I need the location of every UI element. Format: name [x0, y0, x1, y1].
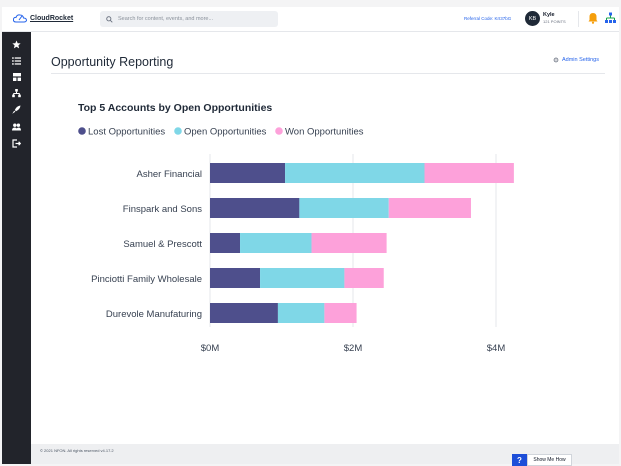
bar-segment[interactable]: [277, 303, 325, 323]
show-me-how-button[interactable]: Show Me How: [527, 454, 572, 466]
legend-swatch: [174, 127, 182, 135]
logo[interactable]: CloudRocket: [13, 13, 73, 23]
sidebar: [2, 32, 31, 464]
bar-segment[interactable]: [424, 163, 514, 183]
category-label: Samuel & Prescott: [123, 239, 202, 250]
header-divider: [578, 11, 579, 27]
bar-segment[interactable]: [210, 303, 278, 323]
chart-x-axis-labels: $0M $2M $4M: [201, 343, 506, 354]
org-chart-icon[interactable]: [605, 12, 616, 24]
category-label: Pinciotti Family Wholesale: [91, 274, 202, 285]
logo-text: CloudRocket: [30, 14, 74, 22]
bell-icon[interactable]: [588, 12, 598, 24]
chart-bars: [210, 163, 514, 323]
star-icon[interactable]: [11, 39, 22, 50]
legend-swatch: [78, 127, 86, 135]
bar-segment[interactable]: [210, 163, 286, 183]
legend-label: Won Opportunities: [285, 127, 364, 138]
chart-category-labels: Asher Financial Finspark and Sons Samuel &…: [91, 169, 202, 320]
copyright-text: © 2021 NFON. All rights reserved v4.17.2: [40, 448, 114, 453]
legend-label: Lost Opportunities: [88, 127, 165, 138]
bar-segment[interactable]: [210, 233, 241, 253]
bar-segment[interactable]: [344, 268, 384, 288]
footer: © 2021 NFON. All rights reserved v4.17.2…: [31, 444, 619, 466]
category-label: Finspark and Sons: [123, 204, 202, 215]
chart-legend: Lost Opportunities Open Opportunities Won …: [78, 127, 364, 138]
chart-title: Top 5 Accounts by Open Opportunities: [78, 102, 272, 114]
logout-icon[interactable]: [11, 138, 22, 149]
x-tick-label: $2M: [344, 343, 363, 354]
search-input[interactable]: [118, 16, 268, 22]
user-name[interactable]: Kyle: [543, 12, 555, 18]
app-frame: CloudRocket Referral Code: KrI37bG KB Ky…: [0, 0, 621, 466]
referral-code[interactable]: Referral Code: KrI37bG: [464, 16, 511, 21]
help-question-icon[interactable]: ?: [512, 454, 527, 466]
bar-segment[interactable]: [311, 233, 387, 253]
bar-segment[interactable]: [388, 198, 471, 218]
search-bar[interactable]: [100, 11, 278, 27]
user-points: 121 POINTS: [543, 19, 566, 24]
search-icon: [106, 15, 113, 23]
bar-segment[interactable]: [240, 233, 312, 253]
avatar[interactable]: KB: [525, 11, 540, 26]
x-tick-label: $0M: [201, 343, 220, 354]
legend-swatch: [275, 127, 283, 135]
rocket-icon[interactable]: [11, 104, 22, 115]
x-tick-label: $4M: [487, 343, 506, 354]
bar-segment[interactable]: [299, 198, 389, 218]
legend-label: Open Opportunities: [184, 127, 267, 138]
top-bar: CloudRocket Referral Code: KrI37bG KB Ky…: [2, 7, 619, 32]
dashboard-icon[interactable]: [11, 71, 22, 82]
bar-segment[interactable]: [324, 303, 357, 323]
rocket-cloud-icon: [13, 14, 27, 23]
bar-segment[interactable]: [260, 268, 345, 288]
list-icon[interactable]: [11, 55, 22, 66]
users-icon[interactable]: [11, 121, 22, 132]
opportunities-chart: Top 5 Accounts by Open Opportunities Los…: [78, 102, 514, 354]
hierarchy-icon[interactable]: [11, 88, 22, 99]
category-label: Durevole Manufaturing: [106, 309, 202, 320]
bar-segment[interactable]: [285, 163, 425, 183]
category-label: Asher Financial: [137, 169, 202, 180]
bar-segment[interactable]: [210, 198, 300, 218]
bar-segment[interactable]: [210, 268, 261, 288]
main-content: Opportunity Reporting Admin Settings Top…: [31, 32, 619, 444]
